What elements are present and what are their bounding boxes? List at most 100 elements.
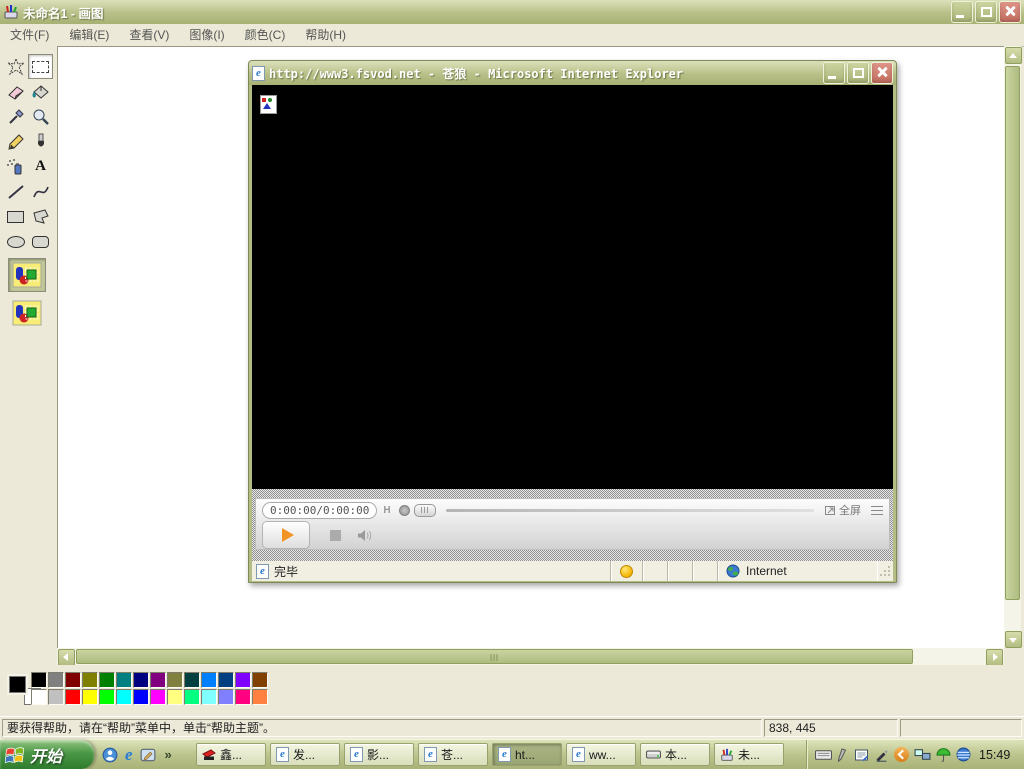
quicklaunch-overflow-chevron[interactable]: » bbox=[165, 747, 172, 762]
menu-item-0[interactable]: 文件(F) bbox=[0, 25, 59, 46]
globe-tray-icon[interactable] bbox=[956, 747, 971, 762]
hide-tray-icons-chevron[interactable] bbox=[894, 747, 909, 762]
text-tool-icon[interactable]: A bbox=[28, 154, 53, 179]
color-swatch-#000080[interactable] bbox=[133, 672, 149, 688]
color-swatch-#00ff00[interactable] bbox=[99, 689, 115, 705]
color-swatch-#ff0000[interactable] bbox=[65, 689, 81, 705]
color-swatch-#ffff00[interactable] bbox=[82, 689, 98, 705]
umbrella-antivirus-icon[interactable] bbox=[936, 747, 951, 762]
taskbar-button-7[interactable]: 未... bbox=[714, 743, 784, 766]
color-swatch-#ff0080[interactable] bbox=[235, 689, 251, 705]
pick-color-tool-icon[interactable] bbox=[3, 104, 28, 129]
color-swatch-#808000[interactable] bbox=[82, 672, 98, 688]
taskbar-button-1[interactable]: e 发... bbox=[270, 743, 340, 766]
color-swatch-#ff8040[interactable] bbox=[252, 689, 268, 705]
curve-tool-icon[interactable] bbox=[28, 179, 53, 204]
taskbar-button-5[interactable]: e ww... bbox=[566, 743, 636, 766]
taskbar-button-0[interactable]: 鑫... bbox=[196, 743, 266, 766]
seek-slider-thumb[interactable] bbox=[413, 503, 436, 517]
brush-tool-icon[interactable] bbox=[28, 129, 53, 154]
eraser-tool-icon[interactable] bbox=[3, 79, 28, 104]
magnifier-tool-icon[interactable] bbox=[28, 104, 53, 129]
ellipse-tool-icon[interactable] bbox=[3, 229, 28, 254]
ime-pen-icon[interactable] bbox=[837, 747, 849, 762]
scroll-up-button[interactable] bbox=[1005, 47, 1022, 64]
color-swatch-#004080[interactable] bbox=[218, 672, 234, 688]
ie-resize-grip[interactable] bbox=[877, 561, 893, 581]
rectangle-tool-icon[interactable] bbox=[3, 204, 28, 229]
pencil-tool-icon[interactable] bbox=[3, 129, 28, 154]
color-swatch-#80ffff[interactable] bbox=[201, 689, 217, 705]
color-swatch-#808080[interactable] bbox=[48, 672, 64, 688]
taskbar-button-4[interactable]: e ht... bbox=[492, 743, 562, 766]
vertical-scrollbar[interactable] bbox=[1004, 46, 1022, 648]
stop-button[interactable] bbox=[330, 529, 341, 541]
taskbar-button-3[interactable]: e 苍... bbox=[418, 743, 488, 766]
color-swatch-#ffff80[interactable] bbox=[167, 689, 183, 705]
color-swatch-#0080ff[interactable] bbox=[201, 672, 217, 688]
color-swatch-#8080ff[interactable] bbox=[218, 689, 234, 705]
color-swatch-#800080[interactable] bbox=[150, 672, 166, 688]
play-button[interactable] bbox=[262, 521, 310, 549]
signature-pen-icon[interactable] bbox=[874, 748, 889, 762]
messenger-icon[interactable] bbox=[102, 747, 118, 763]
horizontal-scrollbar[interactable] bbox=[57, 648, 1004, 666]
ie-close-button[interactable] bbox=[871, 62, 893, 84]
taskbar-button-6[interactable]: 本... bbox=[640, 743, 710, 766]
fullscreen-label[interactable]: 全屏 bbox=[839, 502, 861, 518]
fill-with-color-tool-icon[interactable] bbox=[28, 79, 53, 104]
ie-minimize-button[interactable] bbox=[823, 62, 845, 84]
color-swatch-#8000ff[interactable] bbox=[235, 672, 251, 688]
taskbar-button-2[interactable]: e 影... bbox=[344, 743, 414, 766]
color-swatch-#004040[interactable] bbox=[184, 672, 200, 688]
ie-restore-button[interactable] bbox=[847, 62, 869, 84]
volume-icon[interactable] bbox=[357, 529, 374, 542]
menu-item-1[interactable]: 编辑(E) bbox=[59, 25, 119, 46]
airbrush-tool-icon[interactable] bbox=[3, 154, 28, 179]
free-form-select-tool-icon[interactable] bbox=[3, 54, 28, 79]
minimize-button[interactable] bbox=[951, 1, 973, 23]
color-swatch-#008000[interactable] bbox=[99, 672, 115, 688]
start-button[interactable]: 开始 bbox=[0, 740, 94, 769]
scroll-right-button[interactable] bbox=[986, 649, 1003, 666]
menu-item-5[interactable]: 帮助(H) bbox=[295, 25, 356, 46]
color-swatch-#804000[interactable] bbox=[252, 672, 268, 688]
line-tool-icon[interactable] bbox=[3, 179, 28, 204]
color-swatch-#800000[interactable] bbox=[65, 672, 81, 688]
selection-opaque-option[interactable] bbox=[8, 258, 46, 292]
select-tool-icon[interactable] bbox=[28, 54, 53, 79]
network-tray-icon[interactable] bbox=[914, 748, 931, 761]
drive-icon bbox=[646, 749, 661, 760]
fullscreen-icon[interactable] bbox=[824, 504, 836, 516]
color-swatch-#c0c0c0[interactable] bbox=[48, 689, 64, 705]
color-swatch-#ff00ff[interactable] bbox=[150, 689, 166, 705]
close-button[interactable] bbox=[999, 1, 1021, 23]
rounded-rectangle-tool-icon[interactable] bbox=[28, 229, 53, 254]
scroll-left-button[interactable] bbox=[58, 649, 75, 666]
color-swatch-#0000ff[interactable] bbox=[133, 689, 149, 705]
menu-item-4[interactable]: 颜色(C) bbox=[235, 25, 296, 46]
color-swatch-#008080[interactable] bbox=[116, 672, 132, 688]
writing-pad-icon[interactable] bbox=[854, 748, 869, 762]
ie-status-alert-cell[interactable] bbox=[610, 561, 642, 581]
color-swatch-#00ffff[interactable] bbox=[116, 689, 132, 705]
menu-item-2[interactable]: 查看(V) bbox=[119, 25, 179, 46]
playlist-icon[interactable] bbox=[871, 505, 883, 515]
polygon-tool-icon[interactable] bbox=[28, 204, 53, 229]
color-swatch-#000000[interactable] bbox=[31, 672, 47, 688]
scroll-down-button[interactable] bbox=[1005, 631, 1022, 648]
menu-item-3[interactable]: 图像(I) bbox=[179, 25, 234, 46]
color-swatch-#ffffff[interactable] bbox=[31, 689, 47, 705]
color-swatch-#808040[interactable] bbox=[167, 672, 183, 688]
seek-knob-icon[interactable] bbox=[398, 504, 410, 516]
tray-clock: 15:49 bbox=[979, 747, 1011, 762]
vertical-scroll-thumb[interactable] bbox=[1005, 66, 1020, 600]
selection-transparent-option[interactable] bbox=[8, 296, 46, 330]
keyboard-icon[interactable] bbox=[815, 749, 832, 761]
seek-track[interactable] bbox=[445, 508, 814, 512]
ie-quicklaunch-icon[interactable]: e bbox=[125, 745, 133, 765]
restore-button[interactable] bbox=[975, 1, 997, 23]
horizontal-scroll-thumb[interactable] bbox=[76, 649, 913, 664]
color-swatch-#00ff80[interactable] bbox=[184, 689, 200, 705]
show-desktop-icon[interactable] bbox=[140, 747, 156, 763]
